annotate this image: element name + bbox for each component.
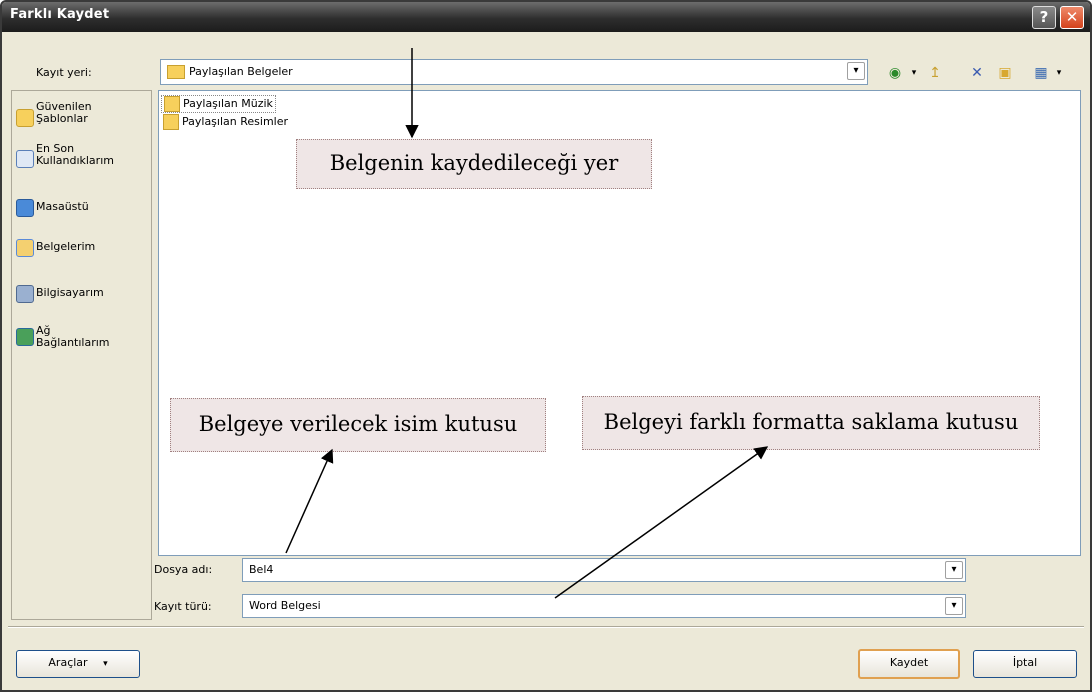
- tools-button[interactable]: Araçlar ▾: [16, 650, 140, 678]
- place-label: En Son Kullandıklarım: [36, 142, 114, 167]
- location-callout-text: Belgenin kaydedileceği yer: [329, 151, 619, 175]
- place-label: Bilgisayarım: [36, 286, 104, 299]
- chevron-down-icon[interactable]: ▾: [847, 62, 865, 80]
- filename-value: Bel4: [249, 563, 274, 576]
- place-desktop[interactable]: Masaüstü: [16, 199, 150, 217]
- list-item[interactable]: Paylaşılan Müzik: [161, 95, 276, 113]
- location-label: Kayıt yeri:: [36, 66, 92, 79]
- location-dropdown[interactable]: Paylaşılan Belgeler ▾: [160, 59, 868, 85]
- file-name: Paylaşılan Müzik: [183, 97, 273, 110]
- place-label: Güvenilen Şablonlar: [36, 100, 92, 125]
- filetype-value: Word Belgesi: [249, 599, 321, 612]
- up-folder-icon[interactable]: ↥: [926, 64, 944, 82]
- back-icon[interactable]: ◉: [886, 64, 904, 82]
- folder-icon: [167, 65, 185, 79]
- documents-icon: [16, 239, 34, 257]
- save-label: Kaydet: [889, 656, 929, 669]
- filetype-select[interactable]: Word Belgesi ▾: [242, 594, 966, 618]
- desktop-icon: [16, 199, 34, 217]
- tools-label: Araçlar: [48, 656, 88, 669]
- cancel-label: İptal: [1012, 656, 1038, 669]
- back-dropdown-icon[interactable]: ▾: [905, 64, 923, 82]
- filename-callout: Belgeye verilecek isim kutusu: [170, 398, 546, 452]
- place-network[interactable]: Ağ Bağlantılarım: [16, 325, 150, 355]
- close-button[interactable]: ✕: [1060, 6, 1084, 29]
- views-dropdown-icon[interactable]: ▾: [1050, 64, 1068, 82]
- computer-icon: [16, 285, 34, 303]
- place-label: Belgelerim: [36, 240, 96, 253]
- title-bar[interactable]: Farklı Kaydet ? ✕: [2, 2, 1090, 32]
- location-value: Paylaşılan Belgeler: [189, 65, 293, 78]
- views-icon[interactable]: ▦: [1032, 64, 1050, 82]
- music-folder-icon: [164, 96, 180, 112]
- dialog-title: Farklı Kaydet: [10, 7, 110, 22]
- filename-label: Dosya adı:: [154, 563, 213, 576]
- chevron-down-icon[interactable]: ▾: [945, 561, 963, 579]
- filetype-callout: Belgeyi farklı formatta saklama kutusu: [582, 396, 1040, 450]
- place-computer[interactable]: Bilgisayarım: [16, 285, 150, 303]
- new-folder-icon[interactable]: ▣: [996, 64, 1014, 82]
- filetype-callout-text: Belgeyi farklı formatta saklama kutusu: [603, 410, 1019, 434]
- divider: [8, 626, 1084, 628]
- place-documents[interactable]: Belgelerim: [16, 239, 150, 257]
- list-item[interactable]: Paylaşılan Resimler: [163, 114, 288, 130]
- chevron-down-icon: ▾: [103, 659, 108, 669]
- place-label: Masaüstü: [36, 200, 89, 213]
- delete-icon[interactable]: ✕: [968, 64, 986, 82]
- save-as-dialog: Farklı Kaydet ? ✕ Kayıt yeri: Paylaşılan…: [0, 0, 1092, 692]
- filename-input[interactable]: Bel4 ▾: [242, 558, 966, 582]
- place-label: Ağ Bağlantılarım: [36, 324, 110, 349]
- cancel-button[interactable]: İptal: [973, 650, 1077, 678]
- save-button[interactable]: Kaydet: [858, 649, 960, 679]
- place-recent[interactable]: En Son Kullandıklarım: [16, 143, 150, 173]
- filename-callout-text: Belgeye verilecek isim kutusu: [198, 412, 518, 436]
- pictures-folder-icon: [163, 114, 179, 130]
- filetype-label: Kayıt türü:: [154, 600, 212, 613]
- network-icon: [16, 328, 34, 346]
- location-callout: Belgenin kaydedileceği yer: [296, 139, 652, 189]
- place-trusted-templates[interactable]: Güvenilen Şablonlar: [16, 101, 150, 131]
- recent-icon: [16, 150, 34, 168]
- folder-icon: [16, 109, 34, 127]
- file-name: Paylaşılan Resimler: [182, 115, 289, 128]
- places-bar: Güvenilen Şablonlar En Son Kullandıkları…: [11, 90, 152, 620]
- help-button[interactable]: ?: [1032, 6, 1056, 29]
- chevron-down-icon[interactable]: ▾: [945, 597, 963, 615]
